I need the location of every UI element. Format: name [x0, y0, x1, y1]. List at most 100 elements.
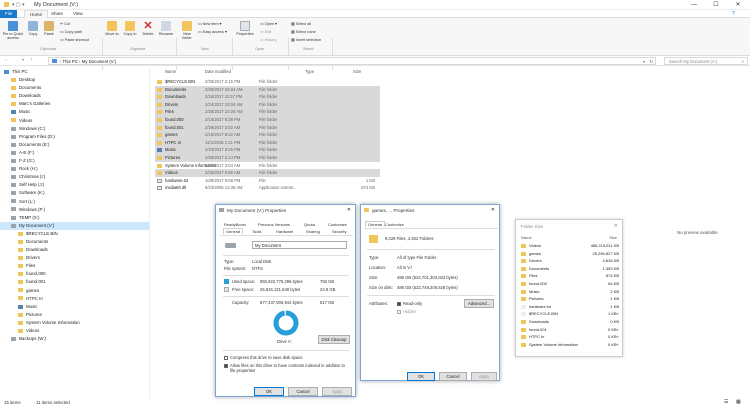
tab-file[interactable]: File — [0, 10, 18, 18]
tab-sharing[interactable]: Sharing — [306, 229, 320, 234]
pin-quick-access-button[interactable]: Pin to Quick access — [2, 21, 24, 40]
hidden-checkbox[interactable] — [397, 310, 401, 314]
close-icon[interactable]: ✕ — [614, 223, 618, 229]
nav-item[interactable]: Music — [0, 303, 149, 311]
cancel-button[interactable]: Cancel — [288, 387, 318, 396]
nav-item[interactable]: Program Files (D:) — [0, 133, 149, 141]
back-icon[interactable]: ← — [4, 57, 9, 63]
easy-access-button[interactable]: ▭ Easy access ▾ — [198, 29, 227, 34]
file-row[interactable]: HTPC In 12/1/2016 1:21 PM File folder — [155, 138, 380, 147]
maximize-button[interactable]: ☐ — [705, 0, 727, 10]
nav-item[interactable]: BackUps (W:) — [0, 335, 149, 343]
tab-general[interactable]: General — [223, 228, 244, 234]
column-header-size[interactable]: Size — [609, 235, 617, 240]
ok-button[interactable]: OK — [254, 387, 284, 396]
large-icons-view-icon[interactable]: ▦ — [736, 398, 741, 407]
help-icon[interactable]: ? — [732, 11, 735, 17]
compress-checkbox[interactable] — [224, 356, 228, 360]
file-row[interactable]: msdia80.dll 9/23/2005 12:36 AM Application… — [155, 184, 380, 192]
folder-size-row[interactable]: Drivers 4,634 KB — [521, 257, 619, 265]
nav-item[interactable]: Windows (P:) — [0, 206, 149, 214]
file-row[interactable]: Pictures 2/26/2017 2:14 PM File folder — [155, 154, 380, 162]
nav-item[interactable]: Music — [0, 108, 149, 116]
edit-button[interactable]: ▭ Edit — [260, 29, 271, 34]
file-row[interactable]: Music 2/23/2017 8:25 PM File folder — [155, 146, 380, 154]
new-item-button[interactable]: ▭ New item ▾ — [198, 21, 221, 26]
rename-button[interactable]: Rename — [158, 21, 174, 36]
paste-shortcut-button[interactable]: ▭ Paste shortcut — [60, 37, 89, 42]
folder-size-row[interactable]: Documents 1,353 KB — [521, 265, 619, 273]
tab-security[interactable]: Security — [332, 229, 346, 234]
nav-item[interactable]: Downloads — [0, 92, 149, 100]
column-header-name[interactable]: Name — [165, 69, 176, 77]
file-row[interactable]: hardware.txt 10/6/2017 9:08 PM File 1 KB — [155, 177, 380, 185]
new-folder-button[interactable]: New folder — [178, 21, 196, 40]
nav-item[interactable]: found.001 — [0, 278, 149, 286]
nav-item[interactable]: Marc's Galleries — [0, 100, 149, 108]
tab-home[interactable]: Home — [24, 10, 49, 18]
column-header-date[interactable]: Date modified — [205, 69, 231, 77]
address-dropdown-icon[interactable]: ▾ — [643, 58, 645, 65]
nav-item[interactable]: Sort (L:) — [0, 198, 149, 206]
refresh-icon[interactable]: ↻ — [649, 58, 653, 65]
advanced-button[interactable]: Advanced... — [464, 299, 494, 308]
nav-item[interactable]: Documents — [0, 84, 149, 92]
folder-size-row[interactable]: Music 2 KB — [521, 288, 619, 296]
folder-size-row[interactable]: System Volume Information 0 KB+ — [521, 341, 619, 349]
close-icon[interactable]: ✕ — [347, 207, 351, 213]
ok-button[interactable]: OK — [407, 372, 435, 381]
nav-item[interactable]: Documents (E:) — [0, 141, 149, 149]
folder-size-row[interactable]: found.001 0 KB+ — [521, 326, 619, 334]
select-all-button[interactable]: ▦ Select all — [291, 21, 311, 26]
nav-item[interactable]: System Volume Information — [0, 319, 149, 327]
file-row[interactable]: $RECYCLE.BIN 2/28/2017 2:15 PM File folder — [155, 78, 380, 86]
search-input[interactable]: Search My Document (V:) ⌕ — [664, 57, 748, 65]
tab-view[interactable]: View — [68, 10, 88, 18]
folder-size-row[interactable]: Pictures 1 KB — [521, 295, 619, 303]
forward-icon[interactable]: → — [13, 57, 18, 63]
paste-button[interactable]: Paste — [42, 21, 56, 36]
tab-tools[interactable]: Tools — [252, 229, 261, 234]
folder-size-row[interactable]: Downloads 0 KB — [521, 318, 619, 326]
nav-item[interactable]: Pictures — [0, 311, 149, 319]
folder-size-row[interactable]: Files 874 KB — [521, 272, 619, 280]
tab-previous-versions[interactable]: Previous Versions — [258, 222, 290, 227]
tab-customize[interactable]: Customize — [385, 222, 404, 227]
file-row[interactable]: Drivers 2/24/2017 10:04 AM File folder — [155, 100, 380, 109]
folder-size-row[interactable]: found.000 64 KB — [521, 280, 619, 288]
tab-quota[interactable]: Quota — [304, 222, 315, 227]
apply-button[interactable]: Apply — [471, 372, 497, 381]
nav-item[interactable]: Drivers — [0, 254, 149, 262]
file-row[interactable]: System Volume Information 2/27/2017 3:04 … — [155, 162, 380, 170]
navigation-pane[interactable]: This PC Desktop Documents Downloads Marc's G… — [0, 68, 150, 398]
nav-item[interactable]: Videos — [0, 117, 149, 125]
nav-item[interactable]: Software (K:) — [0, 189, 149, 197]
quick-access-toolbar[interactable]: ▾ ▢ ▾ — [12, 2, 25, 8]
nav-item[interactable]: Windows (C:) — [0, 125, 149, 133]
file-row[interactable]: Downloads 2/16/2017 11:57 PM File folder — [155, 93, 380, 101]
folder-size-row[interactable]: games 25,259,827 KB — [521, 250, 619, 258]
history-button[interactable]: ▭ History — [260, 37, 276, 42]
nav-item[interactable]: A-E (F:) — [0, 149, 149, 157]
file-row[interactable]: found.000 2/16/2017 8:38 PM File folder — [155, 116, 380, 124]
details-view-icon[interactable]: ☰ — [724, 398, 728, 407]
nav-item[interactable]: Rock (H:) — [0, 165, 149, 173]
apply-button[interactable]: Apply — [322, 387, 352, 396]
nav-item[interactable]: Downloads — [0, 246, 149, 254]
folder-size-row[interactable]: HTPC In 0 KB+ — [521, 333, 619, 341]
cancel-button[interactable]: Cancel — [439, 372, 467, 381]
nav-item[interactable]: found.000 — [0, 270, 149, 278]
move-to-button[interactable]: Move to — [104, 21, 120, 36]
copy-path-button[interactable]: ▭ Copy path — [60, 29, 82, 34]
copy-to-button[interactable]: Copy to — [122, 21, 138, 36]
open-button[interactable]: ▭ Open ▾ — [260, 21, 277, 26]
tab-hardware[interactable]: Hardware — [276, 229, 293, 234]
close-button[interactable]: ✕ — [727, 0, 749, 10]
column-header-name[interactable]: Name — [521, 235, 532, 240]
nav-item[interactable]: This PC — [0, 68, 149, 76]
disk-cleanup-button[interactable]: Disk Cleanup — [318, 335, 350, 344]
drive-name-input[interactable]: My Document — [252, 241, 347, 249]
nav-item[interactable]: games — [0, 287, 149, 295]
copy-button[interactable]: Copy — [26, 21, 40, 36]
nav-item[interactable]: Self Help (J:) — [0, 181, 149, 189]
